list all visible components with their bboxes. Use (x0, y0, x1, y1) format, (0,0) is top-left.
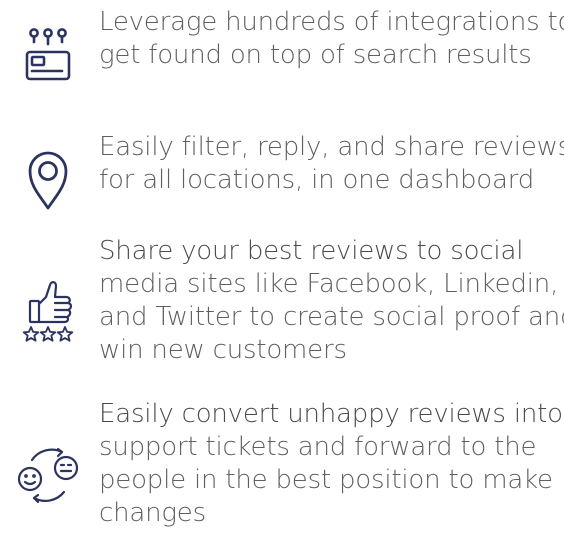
feature-2-line-2: for all locations, in one dashboard (99, 165, 535, 195)
feature-4-line-3: people in the best position to make (99, 465, 553, 495)
integrations-icon (25, 28, 71, 81)
feature-locations: Easily filter, reply, and share reviews,… (0, 130, 564, 230)
feature-3-line-4: win new customers (99, 335, 347, 365)
feature-support-tickets: Easily convert unhappy reviews into supp… (0, 398, 564, 534)
feature-1-line-1: Leverage hundreds of integrations to (99, 7, 564, 37)
feature-3-line-1: Share your best reviews to social (99, 236, 524, 266)
feature-integrations: Leverage hundreds of integrations to get… (0, 0, 564, 100)
feature-social-sharing: Share your best reviews to social media … (0, 235, 564, 375)
feature-4-line-2: support tickets and forward to the (99, 432, 537, 462)
unhappy-to-happy-cycle-icon (17, 447, 79, 504)
feature-4-line-4: changes (99, 498, 206, 528)
location-pin-icon (28, 151, 68, 210)
feature-1-line-2: get found on top of search results (99, 40, 532, 70)
feature-2-line-1: Easily filter, reply, and share reviews, (99, 132, 564, 162)
feature-4-line-1: Easily convert unhappy reviews into (99, 399, 563, 429)
feature-3-line-3: and Twitter to create social proof and (99, 302, 564, 332)
feature-3-line-2: media sites like Facebook, Linkedin, (99, 269, 559, 299)
thumbs-up-stars-icon (22, 281, 74, 342)
